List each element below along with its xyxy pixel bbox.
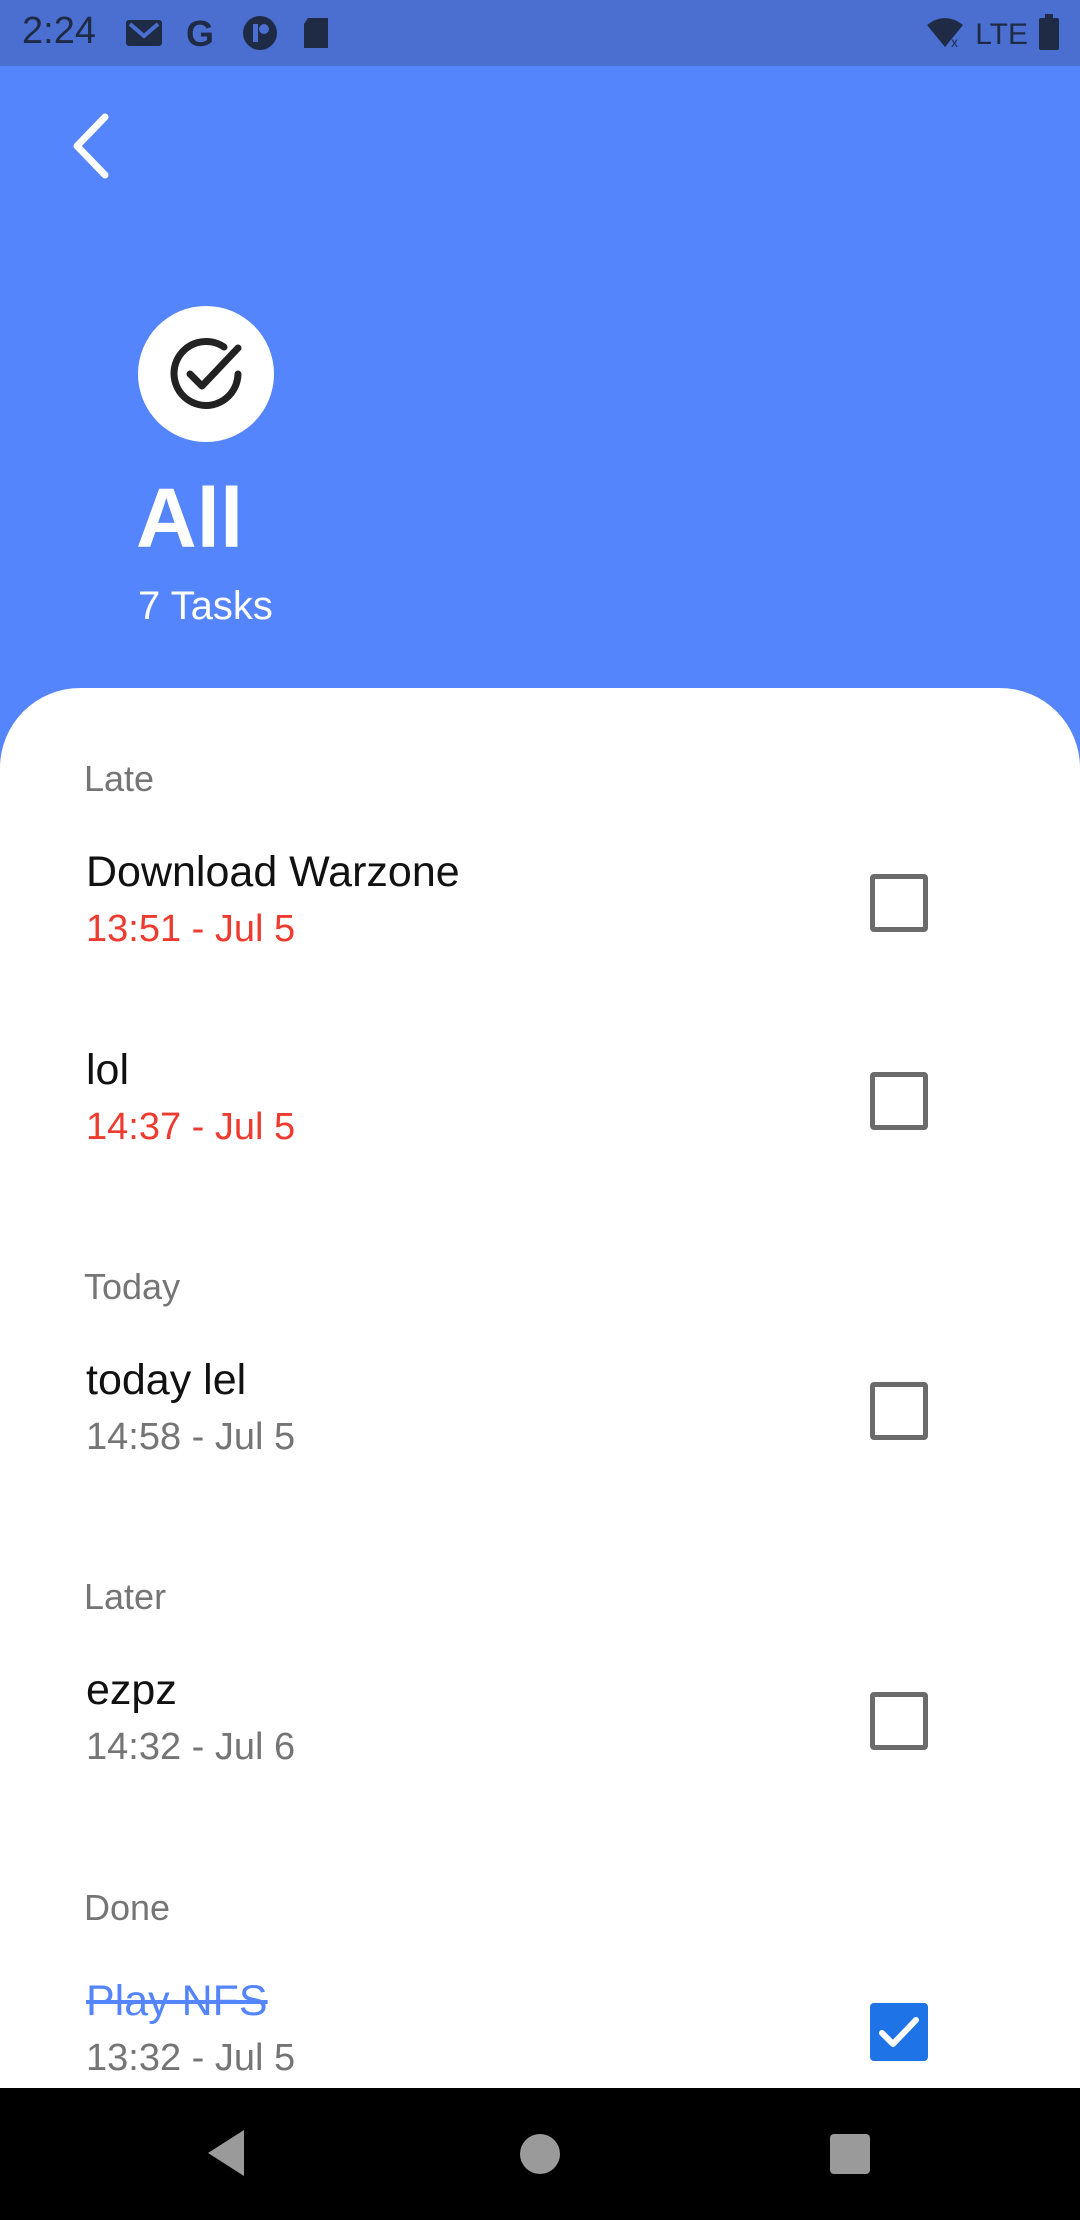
- system-nav-bar: [0, 2088, 1080, 2220]
- back-button[interactable]: [48, 104, 132, 188]
- network-type-label: LTE: [975, 17, 1028, 51]
- task-checkbox[interactable]: [870, 1072, 928, 1130]
- task-row[interactable]: today lel 14:58 - Jul 5: [0, 1356, 1080, 1506]
- list-avatar: [138, 306, 274, 442]
- task-title: lol: [86, 1046, 130, 1094]
- app-notification-icon: [240, 14, 280, 52]
- check-circle-icon: [170, 337, 242, 409]
- wifi-off-icon: x: [925, 15, 965, 54]
- task-time: 13:32 - Jul 5: [86, 2037, 296, 2079]
- task-time: 14:32 - Jul 6: [86, 1726, 296, 1768]
- notification-icons: G: [124, 13, 338, 54]
- checkmark-icon: [879, 2017, 919, 2047]
- google-icon: G: [182, 13, 222, 54]
- page-title: All: [136, 471, 244, 565]
- nav-recents-button[interactable]: [830, 2134, 870, 2174]
- task-checkbox-checked[interactable]: [870, 2003, 928, 2061]
- task-row[interactable]: ezpz 14:32 - Jul 6: [0, 1666, 1080, 1816]
- status-bar: 2:24 G x LTE: [0, 0, 1080, 66]
- section-header-done: Done: [84, 1887, 171, 1928]
- gmail-icon: [124, 14, 164, 52]
- section-header-late: Late: [84, 758, 155, 799]
- nav-back-button[interactable]: [206, 2128, 246, 2183]
- nav-home-button[interactable]: [520, 2134, 560, 2174]
- section-header-later: Later: [84, 1576, 167, 1617]
- triangle-back-icon: [208, 2130, 244, 2176]
- status-time: 2:24: [22, 10, 96, 52]
- task-row[interactable]: lol 14:37 - Jul 5: [0, 1046, 1080, 1196]
- battery-icon: [1038, 14, 1060, 55]
- task-time: 13:51 - Jul 5: [86, 908, 296, 950]
- task-count: 7 Tasks: [138, 584, 273, 628]
- task-checkbox[interactable]: [870, 1692, 928, 1750]
- task-time: 14:37 - Jul 5: [86, 1106, 296, 1148]
- task-checkbox[interactable]: [870, 1382, 928, 1440]
- task-title: Download Warzone: [86, 848, 460, 896]
- task-title: Play NFS: [86, 1977, 268, 2025]
- task-row[interactable]: Download Warzone 13:51 - Jul 5: [0, 848, 1080, 998]
- svg-text:G: G: [186, 14, 214, 52]
- task-title: ezpz: [86, 1666, 177, 1714]
- svg-text:x: x: [951, 34, 958, 49]
- section-header-today: Today: [84, 1266, 181, 1307]
- back-arrow-icon: [73, 113, 109, 179]
- task-row[interactable]: Play NFS 13:32 - Jul 5: [0, 1977, 1080, 2088]
- task-time: 14:58 - Jul 5: [86, 1416, 296, 1458]
- task-list-sheet: Late Download Warzone 13:51 - Jul 5 lol …: [0, 688, 1080, 2088]
- sd-card-icon: [298, 14, 338, 52]
- task-title: today lel: [86, 1356, 247, 1404]
- task-checkbox[interactable]: [870, 874, 928, 932]
- status-indicators: x LTE: [925, 14, 1060, 55]
